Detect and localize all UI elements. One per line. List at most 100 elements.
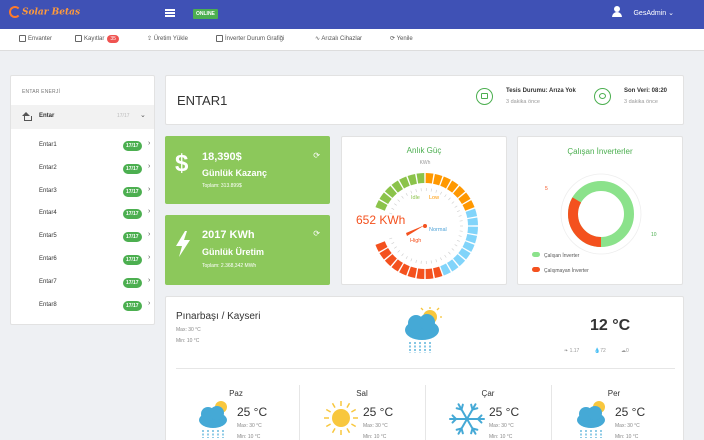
online-badge: ONLINE <box>193 9 218 19</box>
forecast-temperature: 25 °C <box>489 405 520 419</box>
monitor-icon <box>216 35 223 42</box>
earnings-value: 18,390$ <box>202 151 242 163</box>
top-navbar: Solar Betas ONLINE GesAdmin ⌄ <box>0 0 704 29</box>
forecast-max: Max: 30 °C <box>237 423 262 429</box>
cloudiness: ☁0 <box>621 348 629 354</box>
working-count: 10 <box>651 232 657 238</box>
forecast-min: Min: 10 °C <box>363 434 387 440</box>
plug-icon <box>594 88 611 105</box>
dollar-icon: $ <box>175 150 189 177</box>
earnings-label: Günlük Kazanç <box>202 168 268 178</box>
production-value: 2017 KWh <box>202 229 255 241</box>
rain-cloud-icon <box>405 307 442 353</box>
forecast-temperature: 25 °C <box>615 405 646 419</box>
sidebar-item-entar3[interactable]: Entar3 17/17 › <box>11 183 154 203</box>
plant-header: ENTAR1 Tesis Durumu: Arıza Yok 3 dakika … <box>165 75 684 125</box>
status-badge: 17/17 <box>123 209 142 220</box>
toolbar-refresh-button[interactable]: ⟳ Yenile <box>390 35 413 42</box>
earnings-total: Toplam: 313.899$ <box>202 183 242 189</box>
wind-speed: ❧ 1.17 <box>564 348 580 354</box>
sidebar-item-entar7[interactable]: Entar7 17/17 › <box>11 274 154 294</box>
status-badge: 17/17 <box>123 141 142 151</box>
forecast-day: Paz 25 °C Max: 30 °C Min: 10 °C <box>173 376 299 440</box>
weather-city: Pınarbaşı / Kayseri <box>176 311 261 322</box>
sidebar-item-entar6[interactable]: Entar6 17/17 › <box>11 251 154 271</box>
gauge-label-idle: Idle <box>411 195 420 201</box>
forecast-max: Max: 30 °C <box>363 423 388 429</box>
chevron-down-icon: ⌄ <box>668 10 674 17</box>
toolbar-records-button[interactable]: Kayıtlar 35 <box>75 35 119 44</box>
sidebar-item-label: Entar6 <box>39 256 57 262</box>
menu-toggle-icon[interactable] <box>165 9 175 17</box>
forecast-max: Max: 30 °C <box>615 423 640 429</box>
chevron-right-icon: › <box>148 299 151 307</box>
sidebar-group-entar[interactable]: Entar 17/17 ⌄ <box>11 105 154 129</box>
current-temperature: 12 °C <box>590 317 631 334</box>
sidebar-item-entar2[interactable]: Entar2 17/17 › <box>11 160 154 180</box>
sidebar-item-label: Entar8 <box>39 301 57 308</box>
forecast-max: Max: 30 °C <box>489 423 514 429</box>
sidebar-item-label: Entar4 <box>39 210 57 217</box>
daily-production-card: 2017 KWh Günlük Üretim Toplam: 2.368,342… <box>165 215 330 285</box>
forecast-day: Per 25 °C Max: 30 °C Min: 10 °C <box>551 376 677 440</box>
sidebar-item-label: Entar2 <box>39 164 57 171</box>
forecast-day-name: Çar <box>481 389 495 398</box>
upload-icon: ⇪ <box>147 36 154 42</box>
status-badge: 17/17 <box>123 300 142 311</box>
refresh-icon: ⟳ <box>390 36 397 42</box>
records-count-badge: 35 <box>107 35 119 44</box>
snowflake-icon <box>449 403 485 435</box>
forecast-day-name: Paz <box>229 389 243 398</box>
refresh-icon[interactable]: ⟳ <box>313 151 320 160</box>
gauge-label-high: High <box>410 238 421 244</box>
forecast-day-name: Per <box>607 389 621 398</box>
gauge-value: 652 KWh <box>356 213 405 227</box>
logo[interactable]: Solar Betas <box>9 6 80 18</box>
toolbar-inventory-button[interactable]: Envanter <box>19 35 52 42</box>
sun-icon <box>324 401 358 435</box>
sidebar-item-entar8[interactable]: Entar8 17/17 › <box>11 297 154 317</box>
toolbar-faulty-devices-button[interactable]: ∿ Arızalı Cihazlar <box>315 35 362 42</box>
sidebar-item-label: Entar1 <box>39 142 57 148</box>
status-badge: 17/17 <box>123 232 142 243</box>
status-badge: 17/17 <box>123 186 142 197</box>
production-label: Günlük Üretim <box>202 247 265 257</box>
legend-working-label: Çalışan İnverter <box>544 252 580 259</box>
sidebar-item-entar4[interactable]: Entar4 17/17 › <box>11 205 154 225</box>
user-menu[interactable]: GesAdmin ⌄ <box>633 9 674 17</box>
sidebar-item-entar1[interactable]: Entar1 17/17 › <box>11 137 154 157</box>
last-data-time: 3 dakika önce <box>624 99 658 105</box>
plant-status-label: Tesis Durumu: Arıza Yok <box>506 88 576 94</box>
forecast-temperature: 25 °C <box>363 405 394 419</box>
power-gauge: KWh Idle Low Normal High 652 KWh <box>356 160 478 279</box>
gauge-unit: KWh <box>420 160 431 166</box>
chevron-right-icon: › <box>148 254 151 261</box>
inverters-donut: 5 10 Çalışan İnverter Çalışmayan İnverte… <box>532 173 657 274</box>
chevron-right-icon: › <box>148 140 151 147</box>
instant-power-card: Anlık Güç KWh Idle Low Normal High 652 K… <box>341 136 507 285</box>
legend-failing-label: Çalışmayan İnverter <box>544 267 589 274</box>
divider <box>176 368 675 369</box>
user-icon[interactable] <box>612 6 622 18</box>
weather-card: Pınarbaşı / Kayseri Max: 30 °C Min: 10 °… <box>165 296 684 440</box>
refresh-icon[interactable]: ⟳ <box>313 229 320 238</box>
toolbar-inverter-chart-button[interactable]: İnverter Durum Grafiği <box>216 35 284 42</box>
daily-earnings-card: $ 18,390$ Günlük Kazanç Toplam: 313.899$… <box>165 136 330 204</box>
toolbar-upload-button[interactable]: ⇪ Üretim Yükle <box>147 35 188 42</box>
chevron-right-icon: › <box>148 208 151 216</box>
gauge-needle <box>406 225 425 236</box>
monitor-status-icon <box>476 88 493 105</box>
last-data-label: Son Veri: 08:20 <box>624 88 668 94</box>
sidebar-group-label: Entar <box>39 113 55 119</box>
inventory-icon <box>19 35 26 42</box>
status-badge: 17/17 <box>123 277 142 288</box>
forecast-day-name: Sal <box>356 389 368 398</box>
sidebar-item-label: Entar5 <box>39 233 57 240</box>
toolbar: Envanter Kayıtlar 35 ⇪ Üretim Yükle İnver… <box>0 29 704 51</box>
sidebar-group-badge: 17/17 <box>117 113 130 119</box>
gauge-label-normal: Normal <box>429 227 447 233</box>
sidebar-title: ENTAR ENERJİ <box>22 89 61 95</box>
sidebar-item-entar5[interactable]: Entar5 17/17 › <box>11 228 154 248</box>
legend-failing-swatch <box>532 267 540 272</box>
working-inverters-card: Çalışan İnverterler 5 10 Çalışan İnverte… <box>517 136 683 285</box>
